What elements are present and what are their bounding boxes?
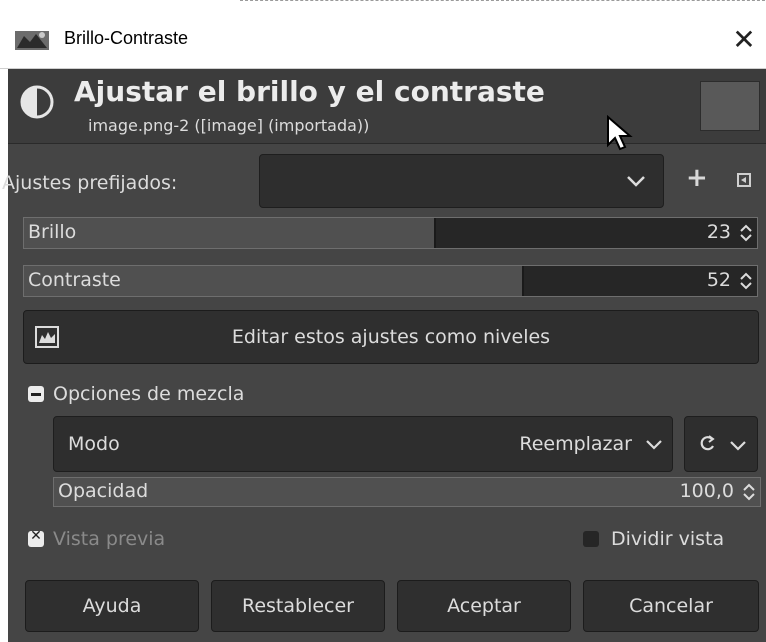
mouse-pointer-icon: [607, 115, 633, 151]
composite-space-icon: [700, 435, 715, 451]
blend-options-label: Opciones de mezcla: [53, 383, 245, 405]
ok-button[interactable]: Aceptar: [397, 580, 571, 632]
brightness-slider[interactable]: Brillo 23: [23, 217, 758, 249]
opacity-label: Opacidad: [58, 480, 149, 502]
mode-value: Reemplazar: [519, 433, 632, 455]
help-button[interactable]: Ayuda: [25, 580, 199, 632]
contrast-slider[interactable]: Contraste 52: [23, 265, 758, 297]
split-view-checkbox[interactable]: [583, 531, 599, 547]
window-titlebar: Brillo-Contraste ✕: [0, 0, 766, 69]
edit-as-levels-label: Editar estos ajustes como niveles: [231, 326, 551, 348]
brightness-slider-fill: [24, 218, 437, 248]
brightness-label: Brillo: [28, 221, 77, 243]
image-subtitle: image.png-2 ([image] (importada)): [88, 116, 370, 135]
contrast-label: Contraste: [28, 269, 121, 291]
presets-combo[interactable]: [259, 154, 664, 208]
mode-combo[interactable]: Modo Reemplazar: [53, 416, 673, 472]
chevron-down-icon: [730, 441, 746, 451]
spin-arrows-icon[interactable]: [742, 482, 756, 502]
brightness-contrast-icon: [20, 85, 54, 119]
chevron-down-icon: [646, 440, 662, 450]
preview-toggle[interactable]: ✕ Vista previa: [28, 528, 258, 552]
blend-options-expander[interactable]: Opciones de mezcla: [28, 383, 348, 408]
spin-arrows-icon[interactable]: [739, 223, 753, 243]
opacity-slider[interactable]: Opacidad 100,0: [53, 477, 761, 507]
edit-as-levels-button[interactable]: Editar estos ajustes como niveles: [23, 310, 759, 364]
composite-mode-combo[interactable]: [684, 416, 758, 472]
opacity-slider-fill: [54, 478, 760, 506]
close-icon[interactable]: ✕: [724, 22, 764, 58]
window-title: Brillo-Contraste: [64, 28, 189, 48]
cancel-button[interactable]: Cancelar: [583, 580, 759, 632]
brightness-value: 23: [706, 221, 731, 243]
spin-arrows-icon[interactable]: [739, 271, 753, 291]
image-thumbnail: [700, 81, 760, 131]
chevron-down-icon: [627, 176, 645, 187]
mode-label: Modo: [68, 433, 120, 455]
dialog-title: Ajustar el brillo y el contraste: [74, 75, 545, 108]
levels-icon: [35, 326, 59, 348]
split-view-toggle[interactable]: Dividir vista: [583, 528, 763, 552]
split-view-label: Dividir vista: [611, 528, 725, 550]
contrast-value: 52: [706, 269, 731, 291]
presets-label: Ajustes prefijados:: [2, 172, 178, 194]
brightness-contrast-dialog: Ajustar el brillo y el contraste image.p…: [2, 69, 766, 642]
dialog-header: Ajustar el brillo y el contraste image.p…: [8, 69, 766, 151]
preview-label: Vista previa: [53, 528, 166, 550]
opacity-value: 100,0: [679, 480, 734, 502]
add-preset-icon[interactable]: +: [686, 165, 708, 191]
titlebar-decoration: [240, 0, 766, 7]
presets-menu-icon[interactable]: [737, 173, 751, 187]
preview-checkbox[interactable]: ✕: [28, 528, 44, 547]
gimp-app-icon: [15, 31, 49, 50]
collapse-icon: [28, 386, 44, 402]
reset-button[interactable]: Restablecer: [211, 580, 385, 632]
